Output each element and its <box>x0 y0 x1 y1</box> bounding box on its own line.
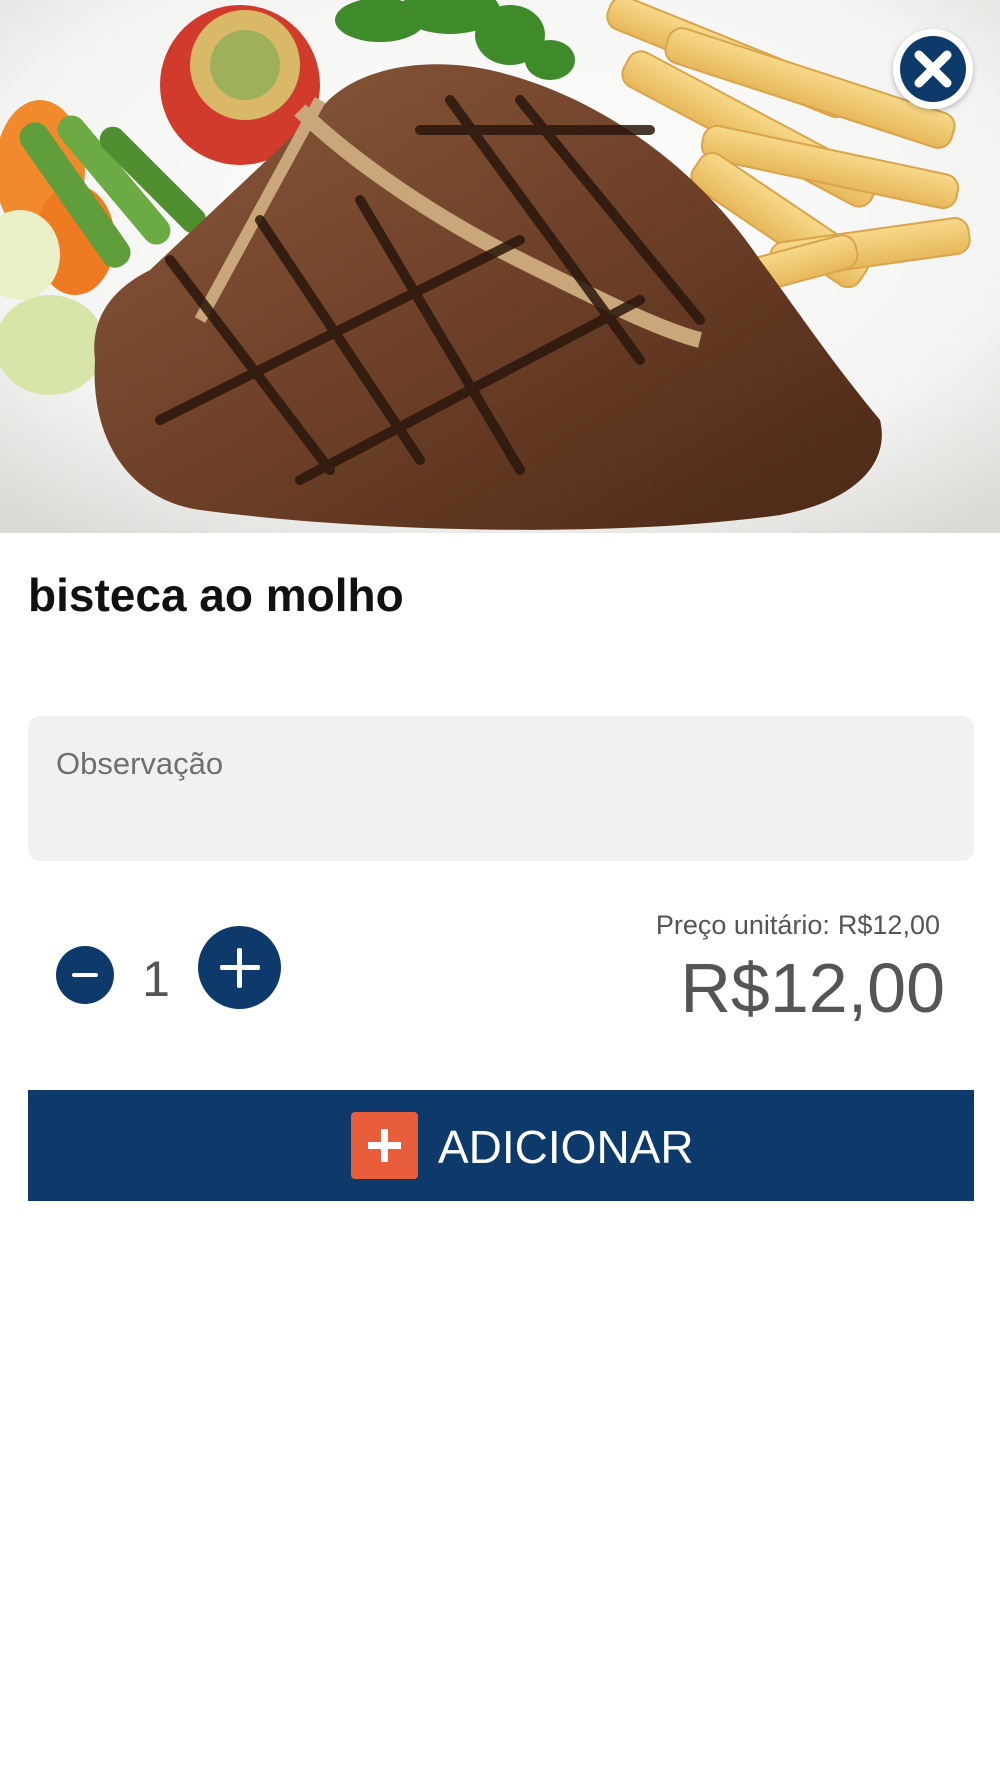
total-price: R$12,00 <box>680 949 945 1027</box>
product-image <box>0 0 1000 533</box>
increase-quantity-button[interactable] <box>198 926 281 1009</box>
product-title: bisteca ao molho <box>28 569 404 621</box>
observation-field[interactable] <box>28 716 974 861</box>
decrease-quantity-button[interactable] <box>56 946 114 1004</box>
unit-price-value: R$12,00 <box>837 910 940 940</box>
add-button[interactable]: ADICIONAR <box>28 1090 974 1201</box>
unit-price: Preço unitário: R$12,00 <box>656 910 940 941</box>
close-icon <box>900 36 966 102</box>
unit-price-label: Preço unitário: <box>655 910 830 940</box>
add-button-label: ADICIONAR <box>438 1121 694 1173</box>
plus-square-icon <box>351 1112 418 1179</box>
close-button[interactable] <box>893 29 973 109</box>
quantity-value: 1 <box>142 951 170 1007</box>
